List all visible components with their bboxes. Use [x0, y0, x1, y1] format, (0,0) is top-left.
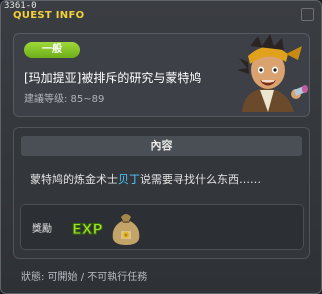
quest-header-panel: 一般 [玛加提亚]被排斥的研究与蒙特鸠 建議等级: 85~89: [13, 33, 310, 117]
quest-type-badge: 一般: [24, 42, 80, 58]
money-bag-icon: [112, 214, 140, 245]
exp-icon: EXP: [72, 222, 104, 239]
exp-icon-text: EXP: [72, 222, 103, 238]
description-text: 蒙特鸠的炼金术士: [30, 173, 118, 186]
reward-label: 獎勵: [32, 224, 52, 235]
npc-name-highlight[interactable]: 贝丁: [118, 173, 140, 186]
quest-info-window: 3361-0 QUEST INFO 一般 [玛加提亚]被排斥的研究与蒙特鸠 建議…: [0, 0, 322, 294]
content-panel: 內容 蒙特鸠的炼金术士贝丁说需要寻找什么东西…… 獎勵 EXP: [13, 127, 310, 259]
quest-description: 蒙特鸠的炼金术士贝丁说需要寻找什么东西……: [30, 171, 261, 187]
reward-box: 獎勵 EXP: [20, 204, 304, 250]
description-text-end: 说需要寻找什么东西……: [140, 173, 261, 186]
content-heading: 內容: [21, 136, 302, 156]
close-button[interactable]: [301, 8, 314, 21]
window-title: QUEST INFO: [13, 10, 85, 21]
quest-status: 狀態: 可開始 / 不可執行任務: [21, 272, 148, 283]
npc-portrait: [237, 34, 308, 112]
quest-title: [玛加提亚]被排斥的研究与蒙特鸠: [24, 71, 202, 85]
quest-level: 建議等级: 85~89: [24, 94, 105, 105]
